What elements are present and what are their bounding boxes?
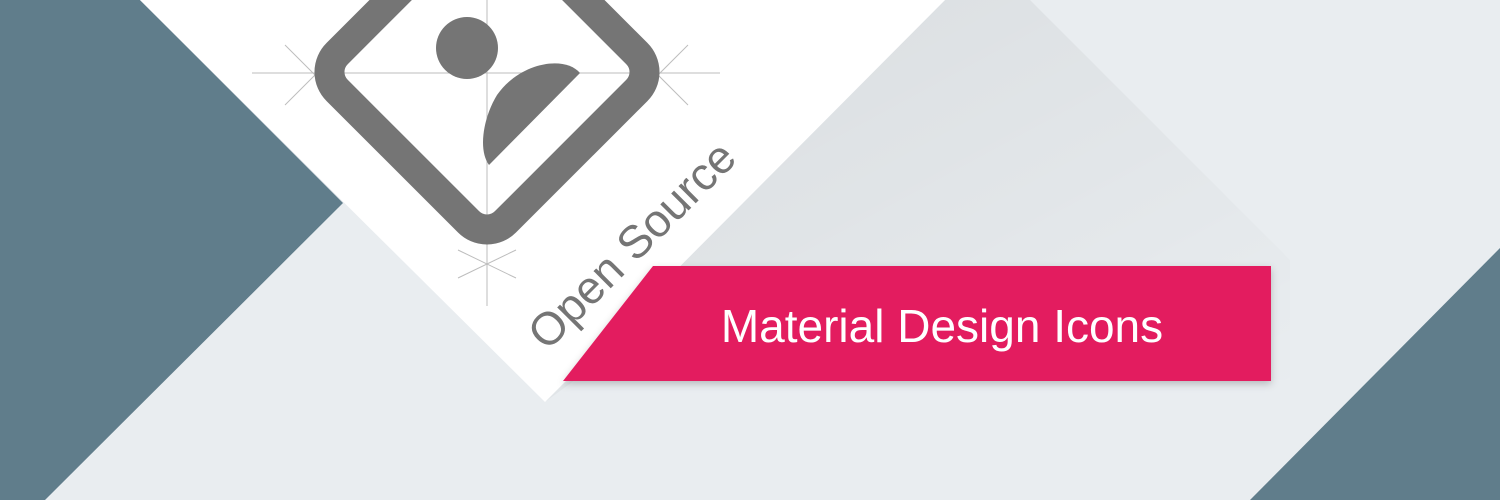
title: Material Design Icons: [721, 300, 1163, 352]
project-banner: Open Source Material Design Icons: [0, 0, 1500, 500]
banner-artwork: Open Source Material Design Icons: [0, 0, 1500, 500]
